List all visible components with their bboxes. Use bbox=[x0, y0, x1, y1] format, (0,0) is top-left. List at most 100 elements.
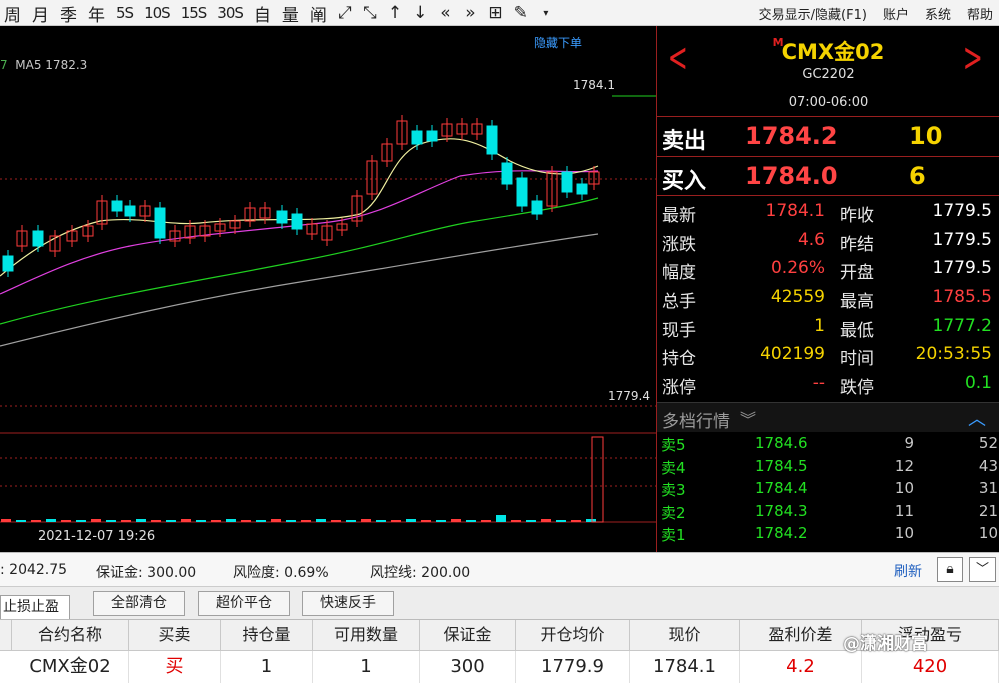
table-header[interactable]: 可用数量 bbox=[313, 620, 420, 651]
hide-orders-link[interactable]: 隐藏下单 bbox=[534, 34, 582, 51]
arrow-up-icon[interactable]: ↑ bbox=[384, 2, 406, 24]
double-left-icon[interactable]: « bbox=[434, 2, 456, 24]
volume-bar bbox=[31, 520, 41, 522]
refresh-link[interactable]: 刷新 bbox=[894, 561, 922, 581]
volume-indicator-button[interactable]: 量 bbox=[278, 2, 303, 26]
chevron-double-down-icon[interactable]: ︾ bbox=[740, 406, 756, 430]
depth-qty: 10 bbox=[894, 524, 914, 543]
table-header[interactable]: 现价 bbox=[630, 620, 740, 651]
volume-bar bbox=[331, 520, 341, 522]
table-cell-profit-spread[interactable]: 4.2 bbox=[740, 651, 862, 683]
grid-layout-icon[interactable]: ⊞ bbox=[484, 2, 506, 24]
quote-value: 42559 bbox=[770, 287, 825, 308]
volume-bar bbox=[181, 519, 191, 522]
quote-value: 1779.5 bbox=[932, 201, 992, 221]
depth-row[interactable]: 卖3 1784.4 10 31 bbox=[657, 477, 999, 500]
bid-label: 买入 bbox=[662, 169, 707, 194]
period-custom-button[interactable]: 自 bbox=[250, 2, 275, 26]
period-quarter-button[interactable]: 季 bbox=[56, 2, 81, 26]
trade-toggle-menu[interactable]: 交易显示/隐藏(F1) bbox=[759, 4, 867, 23]
volume-bar bbox=[241, 520, 251, 522]
depth-row[interactable]: 卖4 1784.5 12 43 bbox=[657, 455, 999, 478]
candle-body bbox=[124, 205, 136, 217]
candle-body bbox=[486, 125, 498, 155]
account-menu[interactable]: 账户 bbox=[883, 4, 909, 23]
double-right-icon[interactable]: » bbox=[459, 2, 481, 24]
table-cell-position[interactable]: 1 bbox=[221, 651, 313, 683]
chevron-down-icon[interactable]: ﹀ bbox=[969, 557, 996, 582]
tab-stop-loss[interactable]: 止损止盈 bbox=[0, 595, 70, 620]
quote-label: 最低 bbox=[840, 320, 874, 341]
quote-value: 1 bbox=[814, 315, 825, 336]
volume-bar-latest bbox=[591, 436, 604, 523]
period-year-button[interactable]: 年 bbox=[84, 2, 109, 26]
super-close-button[interactable]: 超价平仓 bbox=[198, 591, 290, 616]
volume-bar bbox=[166, 520, 176, 522]
quote-row-limits: 涨停 -- 跌停 0.1 bbox=[657, 370, 999, 399]
expand-arrows-icon[interactable]: ⤢ bbox=[334, 2, 356, 24]
quote-label: 总手 bbox=[662, 292, 696, 313]
ask-row[interactable]: 卖出 1784.2 10 bbox=[657, 116, 999, 156]
quote-label: 最高 bbox=[840, 292, 874, 313]
chart-canvas[interactable] bbox=[0, 26, 656, 552]
volume-bar bbox=[151, 520, 161, 522]
volume-bar bbox=[61, 520, 71, 522]
lock-icon[interactable]: 🔒︎ bbox=[937, 557, 963, 582]
help-menu[interactable]: 帮助 bbox=[967, 4, 993, 23]
bid-row[interactable]: 买入 1784.0 6 bbox=[657, 156, 999, 196]
table-header[interactable]: 买卖 bbox=[129, 620, 221, 651]
table-cell-avg-price[interactable]: 1779.9 bbox=[516, 651, 630, 683]
candle-body bbox=[561, 171, 573, 193]
table-cell-last-price[interactable]: 1784.1 bbox=[630, 651, 740, 683]
candlestick-chart[interactable]: 7 MA5 1782.3 隐藏下单 1784.1 1779.4 2021-12-… bbox=[0, 26, 656, 552]
volume-bar bbox=[556, 520, 566, 522]
candle-body bbox=[154, 207, 166, 239]
chevron-up-icon[interactable]: ︿ bbox=[968, 405, 986, 431]
ma-legend: 7 MA5 1782.3 bbox=[0, 58, 87, 72]
table-cell-floating-pnl[interactable]: 420 bbox=[862, 651, 999, 683]
depth-row[interactable]: 卖5 1784.6 9 52 bbox=[657, 432, 999, 455]
period-week-button[interactable]: 周 bbox=[0, 2, 25, 26]
quote-label: 最新 bbox=[662, 206, 696, 226]
more-dropdown-icon[interactable]: ▾ bbox=[535, 2, 557, 24]
draw-pen-icon[interactable]: ✎ bbox=[510, 2, 532, 24]
period-month-button[interactable]: 月 bbox=[28, 2, 53, 26]
quote-label: 涨跌 bbox=[662, 234, 696, 255]
toolbar: 周 月 季 年 5S 10S 15S 30S 自 量 阐 ⤢ ⤡ ↑ ↓ « »… bbox=[0, 0, 999, 26]
table-header[interactable]: 开仓均价 bbox=[516, 620, 630, 651]
volume-bar bbox=[136, 519, 146, 522]
depth-row[interactable]: 卖1 1784.2 10 10 bbox=[657, 522, 999, 545]
period-15s-button[interactable]: 15S bbox=[177, 2, 211, 24]
table-cell-side[interactable]: 买 bbox=[129, 651, 221, 683]
volume-bar bbox=[421, 520, 431, 522]
table-header[interactable]: 持仓量 bbox=[221, 620, 313, 651]
shrink-arrows-icon[interactable]: ⤡ bbox=[359, 2, 381, 24]
quote-value: 1785.5 bbox=[932, 287, 992, 308]
volume-bar bbox=[91, 519, 101, 522]
equity-value: : 2042.75 bbox=[0, 562, 68, 578]
explain-button[interactable]: 阐 bbox=[306, 2, 331, 26]
table-cell-margin[interactable]: 300 bbox=[420, 651, 516, 683]
period-10s-button[interactable]: 10S bbox=[140, 2, 174, 24]
depth-total: 43 bbox=[978, 456, 998, 475]
depth-header[interactable]: 多档行情 ︾ ︿ bbox=[657, 402, 999, 432]
quote-panel: < MCMX金02 GC2202 07:00-06:00 > 卖出 1784.2… bbox=[656, 26, 999, 552]
table-cell-contract[interactable]: CMX金02 bbox=[12, 651, 129, 683]
close-all-button[interactable]: 全部清仓 bbox=[93, 591, 185, 616]
depth-row[interactable]: 卖2 1784.3 11 21 bbox=[657, 500, 999, 523]
price-low-label: 1779.4 bbox=[608, 389, 650, 403]
quote-label: 涨停 bbox=[662, 378, 696, 399]
volume-bar bbox=[256, 520, 266, 522]
period-30s-button[interactable]: 30S bbox=[213, 2, 247, 24]
depth-list: 卖5 1784.6 9 52 卖4 1784.5 12 43 卖3 1784.4… bbox=[657, 432, 999, 545]
system-menu[interactable]: 系统 bbox=[925, 4, 951, 23]
arrow-down-icon[interactable]: ↓ bbox=[409, 2, 431, 24]
table-header[interactable]: 合约名称 bbox=[12, 620, 129, 651]
volume-bar bbox=[76, 520, 86, 522]
table-header[interactable]: 保证金 bbox=[420, 620, 516, 651]
next-contract-icon[interactable]: > bbox=[963, 38, 983, 78]
quick-reverse-button[interactable]: 快速反手 bbox=[302, 591, 394, 616]
ma-legend-prev-value: 7 bbox=[0, 58, 8, 72]
period-5s-button[interactable]: 5S bbox=[112, 2, 137, 24]
table-cell-available[interactable]: 1 bbox=[313, 651, 420, 683]
